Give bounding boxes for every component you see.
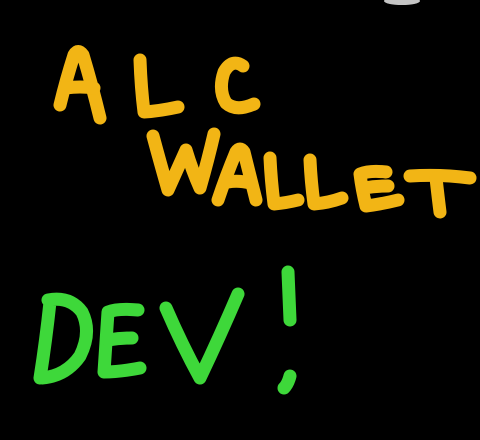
word-alc-strokes <box>53 45 261 125</box>
word-dev-strokes <box>33 265 297 395</box>
letter-a-2-bar <box>221 174 257 190</box>
exclamation-dot <box>277 369 297 395</box>
letter-a-2 <box>211 142 263 207</box>
drawing-canvas: ALC WALLET DEV! <box>0 0 480 440</box>
letter-w <box>146 127 221 197</box>
letter-e-mid <box>357 179 395 195</box>
letter-v <box>159 287 245 385</box>
exclamation-stem <box>281 265 297 327</box>
letter-c-1 <box>214 56 261 115</box>
letter-e-green-mid <box>101 331 139 347</box>
letter-d <box>33 292 93 385</box>
top-smudge <box>384 0 420 5</box>
handwriting-art <box>33 0 477 395</box>
letter-l-2 <box>263 151 305 211</box>
letter-l-3 <box>303 153 349 211</box>
word-wallet-strokes <box>146 127 477 219</box>
letter-l-1 <box>133 53 185 119</box>
letter-a-1-bar <box>59 80 101 95</box>
letter-t-stem <box>429 171 447 219</box>
